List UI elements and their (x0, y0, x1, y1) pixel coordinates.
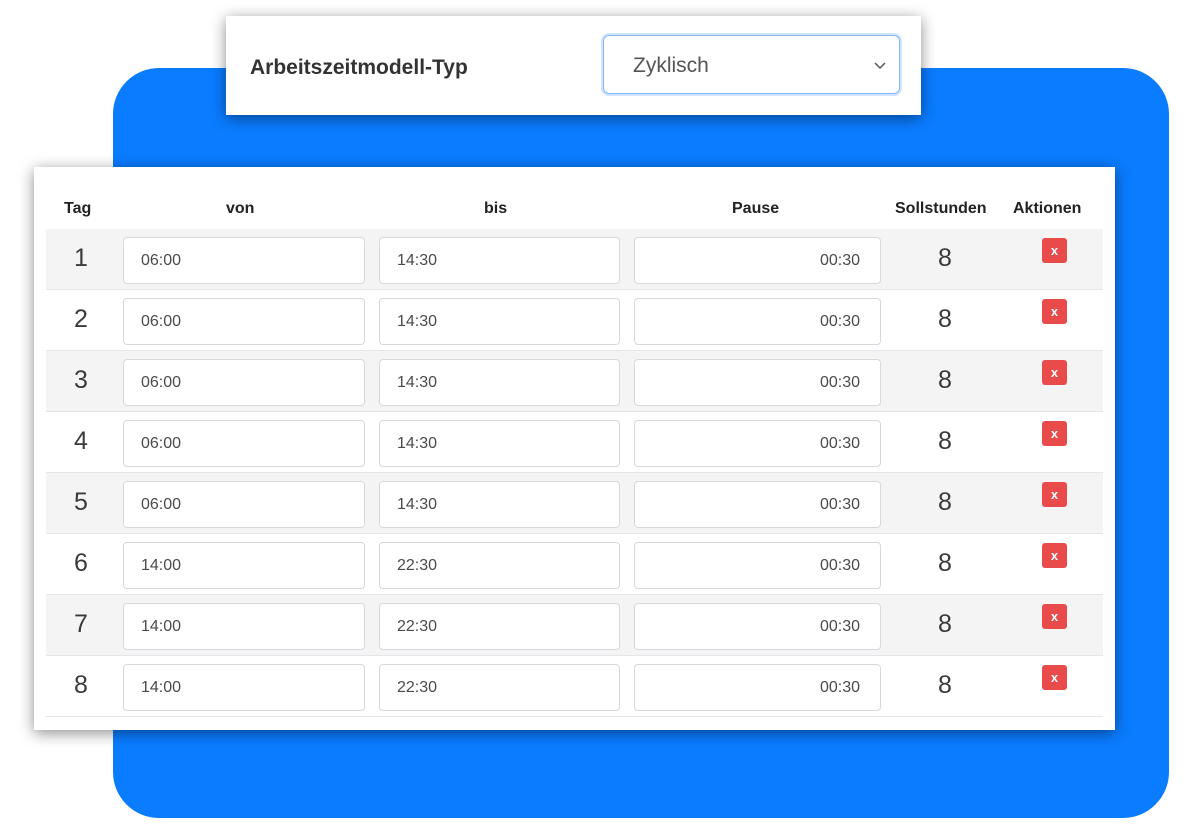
table-header: Tag von bis Pause Sollstunden Aktionen (46, 167, 1103, 231)
to-time-input[interactable]: 14:30 (379, 237, 620, 284)
table-row: 6 14:00 22:30 00:30 8 x (46, 534, 1103, 595)
header-von: von (226, 200, 255, 217)
delete-row-button[interactable]: x (1042, 665, 1067, 690)
day-number: 2 (74, 305, 88, 333)
target-hours: 8 (938, 427, 952, 455)
day-number: 4 (74, 427, 88, 455)
delete-row-button[interactable]: x (1042, 604, 1067, 629)
target-hours: 8 (938, 610, 952, 638)
target-hours: 8 (938, 305, 952, 333)
day-number: 8 (74, 671, 88, 699)
close-icon: x (1050, 487, 1059, 502)
target-hours: 8 (938, 366, 952, 394)
table-row: 8 14:00 22:30 00:30 8 x (46, 656, 1103, 717)
close-icon: x (1050, 548, 1059, 563)
break-time-input[interactable]: 00:30 (634, 481, 881, 528)
delete-row-button[interactable]: x (1042, 238, 1067, 263)
header-sollstunden: Sollstunden (895, 200, 987, 217)
header-pause: Pause (732, 200, 780, 217)
close-icon: x (1050, 426, 1059, 441)
break-time-input[interactable]: 00:30 (634, 420, 881, 467)
break-time-input[interactable]: 00:30 (634, 664, 881, 711)
from-time-input[interactable]: 14:00 (123, 603, 365, 650)
from-time-input[interactable]: 06:00 (123, 237, 365, 284)
close-icon: x (1050, 365, 1059, 380)
model-type-select[interactable]: Zyklisch (603, 35, 900, 94)
from-time-input[interactable]: 06:00 (123, 298, 365, 345)
work-schedule-table: Tag von bis Pause Sollstunden Aktionen 1… (34, 167, 1115, 730)
to-time-input[interactable]: 14:30 (379, 481, 620, 528)
table-row: 1 06:00 14:30 00:30 8 x (46, 229, 1103, 290)
target-hours: 8 (938, 549, 952, 577)
break-time-input[interactable]: 00:30 (634, 542, 881, 589)
to-time-input[interactable]: 14:30 (379, 298, 620, 345)
target-hours: 8 (938, 671, 952, 699)
table-row: 7 14:00 22:30 00:30 8 x (46, 595, 1103, 656)
day-number: 7 (74, 610, 88, 638)
delete-row-button[interactable]: x (1042, 360, 1067, 385)
close-icon: x (1050, 304, 1059, 319)
target-hours: 8 (938, 244, 952, 272)
header-bis: bis (484, 200, 508, 217)
delete-row-button[interactable]: x (1042, 482, 1067, 507)
target-hours: 8 (938, 488, 952, 516)
break-time-input[interactable]: 00:30 (634, 603, 881, 650)
close-icon: x (1050, 243, 1059, 258)
table-row: 5 06:00 14:30 00:30 8 x (46, 473, 1103, 534)
close-icon: x (1050, 670, 1059, 685)
to-time-input[interactable]: 14:30 (379, 420, 620, 467)
table-row: 3 06:00 14:30 00:30 8 x (46, 351, 1103, 412)
to-time-input[interactable]: 22:30 (379, 603, 620, 650)
break-time-input[interactable]: 00:30 (634, 298, 881, 345)
from-time-input[interactable]: 14:00 (123, 542, 365, 589)
model-type-card: Arbeitszeitmodell-Typ Zyklisch (226, 16, 921, 115)
table-row: 4 06:00 14:30 00:30 8 x (46, 412, 1103, 473)
to-time-input[interactable]: 22:30 (379, 664, 620, 711)
delete-row-button[interactable]: x (1042, 299, 1067, 324)
from-time-input[interactable]: 06:00 (123, 481, 365, 528)
day-number: 3 (74, 366, 88, 394)
close-icon: x (1050, 609, 1059, 624)
delete-row-button[interactable]: x (1042, 543, 1067, 568)
to-time-input[interactable]: 22:30 (379, 542, 620, 589)
break-time-input[interactable]: 00:30 (634, 237, 881, 284)
day-number: 5 (74, 488, 88, 516)
day-number: 6 (74, 549, 88, 577)
header-tag: Tag (64, 200, 92, 217)
to-time-input[interactable]: 14:30 (379, 359, 620, 406)
table-row: 2 06:00 14:30 00:30 8 x (46, 290, 1103, 351)
from-time-input[interactable]: 06:00 (123, 420, 365, 467)
from-time-input[interactable]: 14:00 (123, 664, 365, 711)
model-type-label: Arbeitszeitmodell-Typ (250, 56, 468, 79)
day-number: 1 (74, 244, 88, 272)
delete-row-button[interactable]: x (1042, 421, 1067, 446)
chevron-down-icon (874, 62, 886, 70)
model-type-selected-value: Zyklisch (633, 54, 709, 77)
header-aktionen: Aktionen (1013, 200, 1082, 217)
break-time-input[interactable]: 00:30 (634, 359, 881, 406)
from-time-input[interactable]: 06:00 (123, 359, 365, 406)
